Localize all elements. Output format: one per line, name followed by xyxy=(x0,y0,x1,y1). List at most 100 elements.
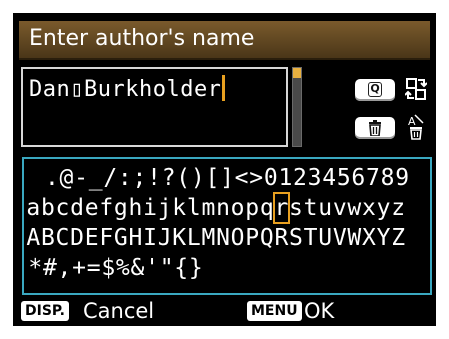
character-key[interactable]: k xyxy=(172,193,187,223)
character-key[interactable]: 1 xyxy=(278,163,293,193)
character-key[interactable]: 4 xyxy=(322,163,337,193)
character-key[interactable]: W xyxy=(347,223,362,253)
delete-button[interactable] xyxy=(355,117,395,139)
character-key[interactable]: N xyxy=(216,223,231,253)
character-key[interactable]: R xyxy=(274,223,289,253)
character-key[interactable]: } xyxy=(189,253,204,283)
character-key[interactable]: . xyxy=(45,163,60,193)
character-key[interactable]: # xyxy=(43,253,58,283)
character-key[interactable]: ; xyxy=(132,163,147,193)
character-key[interactable]: , xyxy=(57,253,72,283)
q-button[interactable]: Q xyxy=(355,79,395,101)
character-key[interactable]: = xyxy=(86,253,101,283)
character-key[interactable]: / xyxy=(103,163,118,193)
character-key[interactable]: G xyxy=(114,223,129,253)
author-name-value: Dan▯Burkholder xyxy=(29,75,226,102)
character-key[interactable]: D xyxy=(70,223,85,253)
character-key[interactable]: h xyxy=(128,193,143,223)
character-key[interactable]: O xyxy=(230,223,245,253)
character-key[interactable]: 9 xyxy=(395,163,410,193)
character-key[interactable]: e xyxy=(84,193,99,223)
character-key[interactable]: M xyxy=(201,223,216,253)
character-key[interactable]: f xyxy=(99,193,114,223)
character-key[interactable]: ( xyxy=(176,163,191,193)
character-key[interactable]: p xyxy=(245,193,260,223)
character-palette[interactable]: .@-_/:;!?()[]<>0123456789 abcdefghijklmno… xyxy=(22,157,432,295)
character-key[interactable]: % xyxy=(116,253,131,283)
name-field-scrollbar[interactable] xyxy=(292,67,302,147)
character-key[interactable]: F xyxy=(99,223,114,253)
character-key[interactable]: Q xyxy=(260,223,275,253)
character-key[interactable]: Z xyxy=(391,223,406,253)
character-key[interactable]: C xyxy=(55,223,70,253)
character-key[interactable]: l xyxy=(187,193,202,223)
character-key[interactable]: Y xyxy=(376,223,391,253)
character-key[interactable]: j xyxy=(157,193,172,223)
character-key[interactable]: P xyxy=(245,223,260,253)
character-key[interactable]: w xyxy=(347,193,362,223)
character-key[interactable]: ! xyxy=(147,163,162,193)
character-key[interactable]: g xyxy=(114,193,129,223)
character-key[interactable]: < xyxy=(234,163,249,193)
character-key[interactable]: n xyxy=(216,193,231,223)
character-key[interactable]: " xyxy=(159,253,174,283)
character-key[interactable]: - xyxy=(74,163,89,193)
character-key[interactable]: X xyxy=(362,223,377,253)
character-key[interactable]: > xyxy=(249,163,264,193)
disp-button[interactable]: DISP. xyxy=(21,301,69,321)
character-key[interactable]: @ xyxy=(59,163,74,193)
character-key[interactable]: i xyxy=(143,193,158,223)
page-title: Enter author's name xyxy=(29,26,255,51)
character-key[interactable]: o xyxy=(230,193,245,223)
character-key[interactable]: ' xyxy=(145,253,160,283)
character-key[interactable]: 2 xyxy=(293,163,308,193)
character-key[interactable]: _ xyxy=(88,163,103,193)
character-key[interactable]: B xyxy=(41,223,56,253)
character-key[interactable]: 6 xyxy=(351,163,366,193)
character-key[interactable]: t xyxy=(303,193,318,223)
character-key[interactable]: 0 xyxy=(264,163,279,193)
character-key[interactable]: $ xyxy=(101,253,116,283)
character-key[interactable]: + xyxy=(72,253,87,283)
selected-character-key[interactable]: r xyxy=(273,192,290,224)
character-key[interactable]: 3 xyxy=(307,163,322,193)
character-key[interactable]: I xyxy=(143,223,158,253)
author-name-field[interactable]: Dan▯Burkholder xyxy=(21,67,288,147)
character-key[interactable]: c xyxy=(55,193,70,223)
character-key[interactable]: ? xyxy=(161,163,176,193)
character-key[interactable]: 7 xyxy=(366,163,381,193)
character-key[interactable]: s xyxy=(289,193,304,223)
menu-button[interactable]: MENU xyxy=(247,301,302,321)
character-key[interactable]: ] xyxy=(220,163,235,193)
character-key[interactable]: b xyxy=(41,193,56,223)
character-key[interactable]: : xyxy=(118,163,133,193)
character-key[interactable]: d xyxy=(70,193,85,223)
character-key[interactable]: T xyxy=(303,223,318,253)
character-key[interactable]: U xyxy=(318,223,333,253)
character-key[interactable]: y xyxy=(376,193,391,223)
character-key[interactable]: m xyxy=(201,193,216,223)
character-key[interactable]: { xyxy=(174,253,189,283)
character-key[interactable]: J xyxy=(157,223,172,253)
character-key[interactable]: x xyxy=(362,193,377,223)
character-key[interactable]: q xyxy=(260,193,275,223)
character-key[interactable] xyxy=(30,163,45,193)
character-key[interactable]: z xyxy=(391,193,406,223)
character-key[interactable]: 8 xyxy=(380,163,395,193)
character-key[interactable]: & xyxy=(130,253,145,283)
character-key[interactable]: V xyxy=(332,223,347,253)
character-key[interactable]: v xyxy=(332,193,347,223)
character-key[interactable]: u xyxy=(318,193,333,223)
character-key[interactable]: 5 xyxy=(336,163,351,193)
character-key[interactable]: [ xyxy=(205,163,220,193)
character-key[interactable]: ) xyxy=(191,163,206,193)
character-key[interactable]: E xyxy=(84,223,99,253)
character-key[interactable]: K xyxy=(172,223,187,253)
character-key[interactable]: * xyxy=(28,253,43,283)
character-key[interactable]: S xyxy=(289,223,304,253)
character-key[interactable]: a xyxy=(26,193,41,223)
character-key[interactable]: H xyxy=(128,223,143,253)
character-key[interactable]: A xyxy=(26,223,41,253)
scrollbar-thumb[interactable] xyxy=(293,68,301,78)
character-key[interactable]: L xyxy=(187,223,202,253)
